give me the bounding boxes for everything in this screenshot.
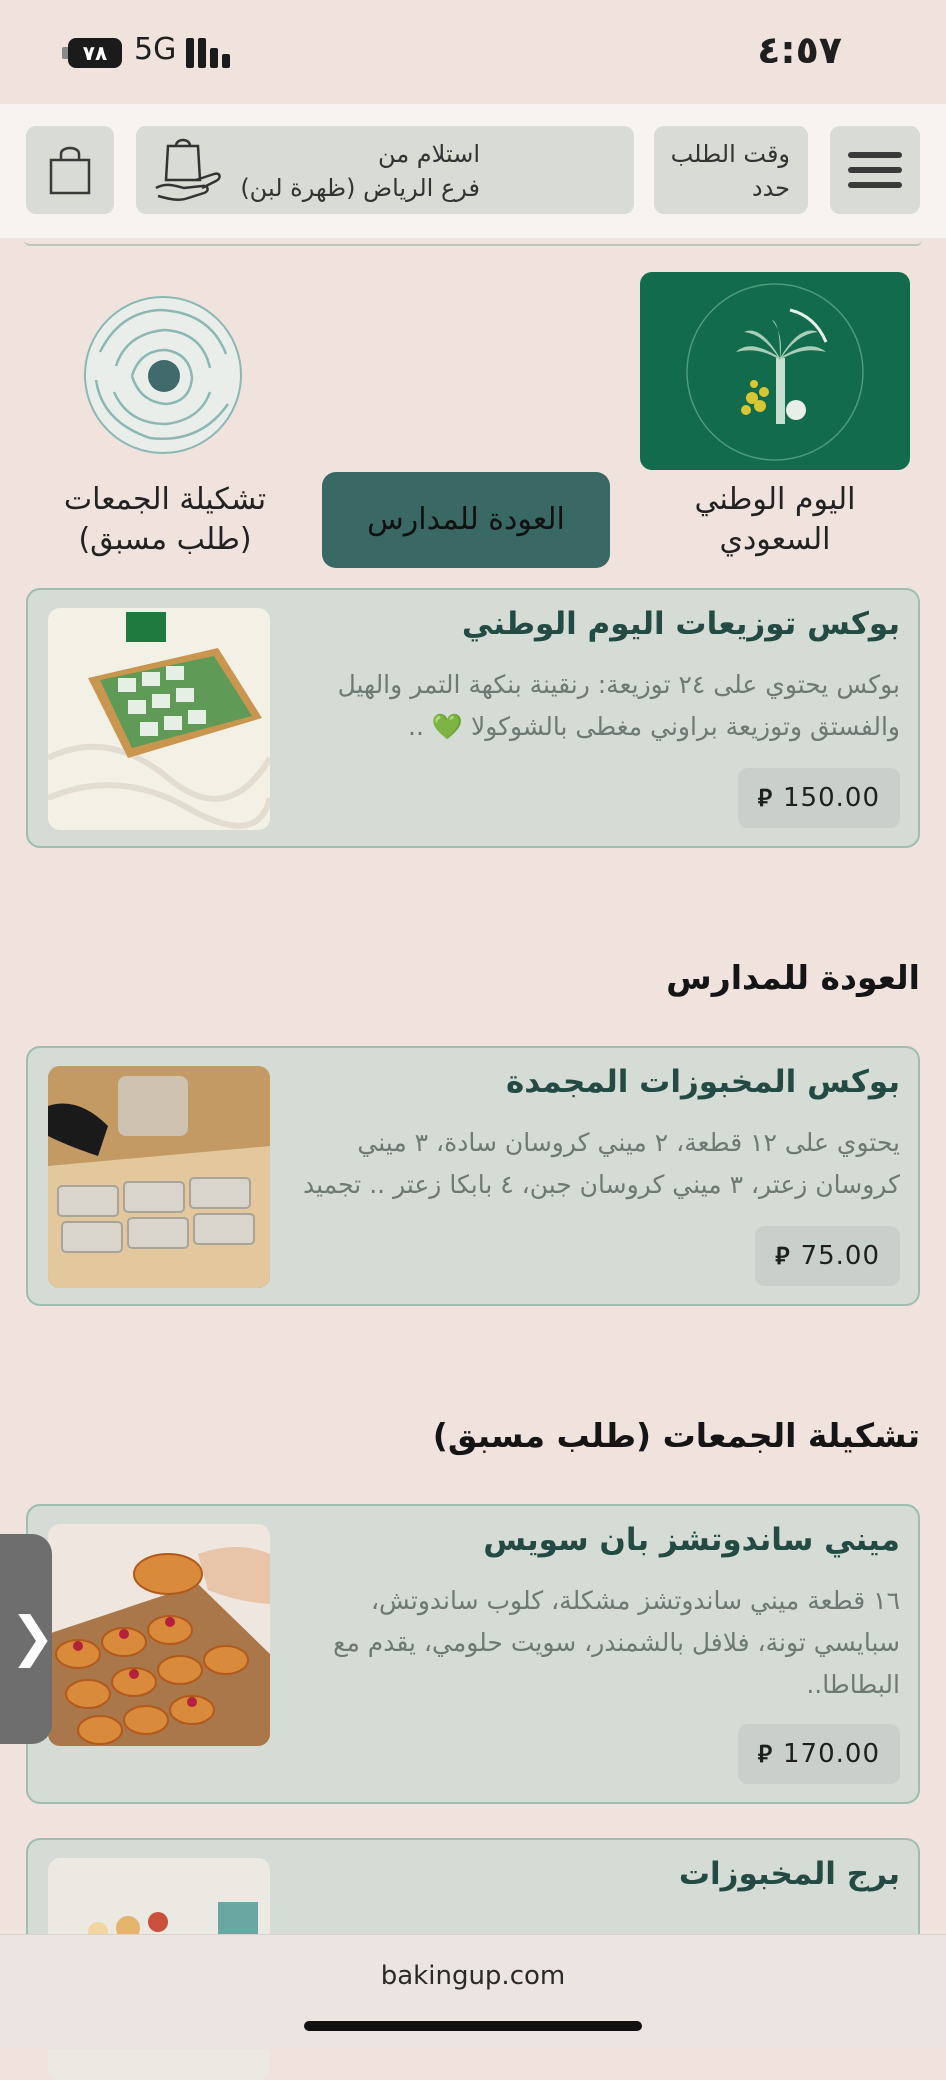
product-price: 170.00 (783, 1739, 880, 1769)
network-type: 5G (134, 32, 177, 67)
riyal-currency-icon: ⃁ (757, 784, 774, 812)
price-badge: ⃁ 150.00 (737, 768, 900, 828)
category-label-gatherings-2: (طلب مسبق) (78, 522, 252, 557)
status-time: ٤:٥٧ (757, 28, 842, 72)
product-card[interactable]: بوكس توزيعات اليوم الوطني بوكس يحتوي على… (26, 588, 920, 848)
status-bar: ٧٨ 5G ٤:٥٧ (0, 0, 946, 104)
menu-button[interactable] (830, 126, 920, 214)
home-indicator[interactable] (304, 2021, 642, 2031)
category-label-national-day-2: السعودي (719, 522, 831, 557)
browser-address-bar[interactable]: bakingup.com (0, 1934, 946, 2049)
shopping-bag-icon (49, 146, 91, 195)
product-description: بوكس يحتوي على ٢٤ توزيعة: رنقينة بنكهة ا… (337, 670, 900, 741)
national-day-image (640, 272, 910, 470)
product-title: بوكس توزيعات اليوم الوطني (461, 606, 900, 642)
category-scroll-edge (24, 238, 922, 246)
product-price: 150.00 (783, 783, 880, 813)
order-time-value: حدد (751, 174, 790, 202)
price-badge: ⃁ 170.00 (737, 1724, 900, 1784)
product-title: بوكس المخبوزات المجمدة (506, 1064, 900, 1100)
product-title: برج المخبوزات (678, 1856, 900, 1892)
price-badge: ⃁ 75.00 (755, 1226, 900, 1286)
pickup-label: استلام من (378, 140, 480, 168)
order-time-label: وقت الطلب (670, 140, 790, 168)
pickup-bag-icon (155, 138, 221, 201)
product-image-mini-sandwiches (48, 1524, 270, 1746)
category-label-gatherings-1: تشكيلة الجمعات (63, 482, 267, 517)
battery-level: ٧٨ (68, 38, 122, 68)
product-description: ١٦ قطعة ميني ساندوتشز مشكلة، كلوب ساندوت… (333, 1586, 900, 1699)
section-title: العودة للمدارس (666, 958, 920, 997)
category-label-national-day-1: اليوم الوطني (694, 482, 856, 517)
signal-icon (186, 38, 232, 68)
pickup-branch: فرع الرياض (ظهرة لبن) (240, 174, 480, 202)
product-price: 75.00 (800, 1241, 880, 1271)
side-drawer-tab[interactable]: ❯ (0, 1534, 56, 1744)
product-title: ميني ساندوتشز بان سويس (483, 1522, 900, 1558)
pickup-location-button[interactable]: استلام من فرع الرياض (ظهرة لبن) (136, 126, 634, 214)
product-image-frozen-box (48, 1066, 270, 1288)
swirl-logo-image (84, 296, 242, 454)
battery-icon: ٧٨ (62, 38, 122, 68)
product-image-national-day-box (48, 608, 270, 830)
app-header: وقت الطلب حدد استلام من فرع الرياض (ظهرة… (0, 104, 946, 238)
category-back-to-school[interactable]: العودة للمدارس (322, 472, 610, 568)
product-card[interactable]: ميني ساندوتشز بان سويس ١٦ قطعة ميني ساند… (26, 1504, 920, 1804)
chevron-right-icon: ❯ (10, 1605, 56, 1668)
order-time-button[interactable]: وقت الطلب حدد (654, 126, 808, 214)
section-title: تشكيلة الجمعات (طلب مسبق) (432, 1416, 920, 1455)
product-card[interactable]: بوكس المخبوزات المجمدة يحتوي على ١٢ قطعة… (26, 1046, 920, 1306)
riyal-currency-icon: ⃁ (775, 1242, 791, 1270)
riyal-currency-icon: ⃁ (757, 1740, 774, 1768)
cart-button[interactable] (26, 126, 114, 214)
browser-url[interactable]: bakingup.com (0, 1961, 946, 1991)
